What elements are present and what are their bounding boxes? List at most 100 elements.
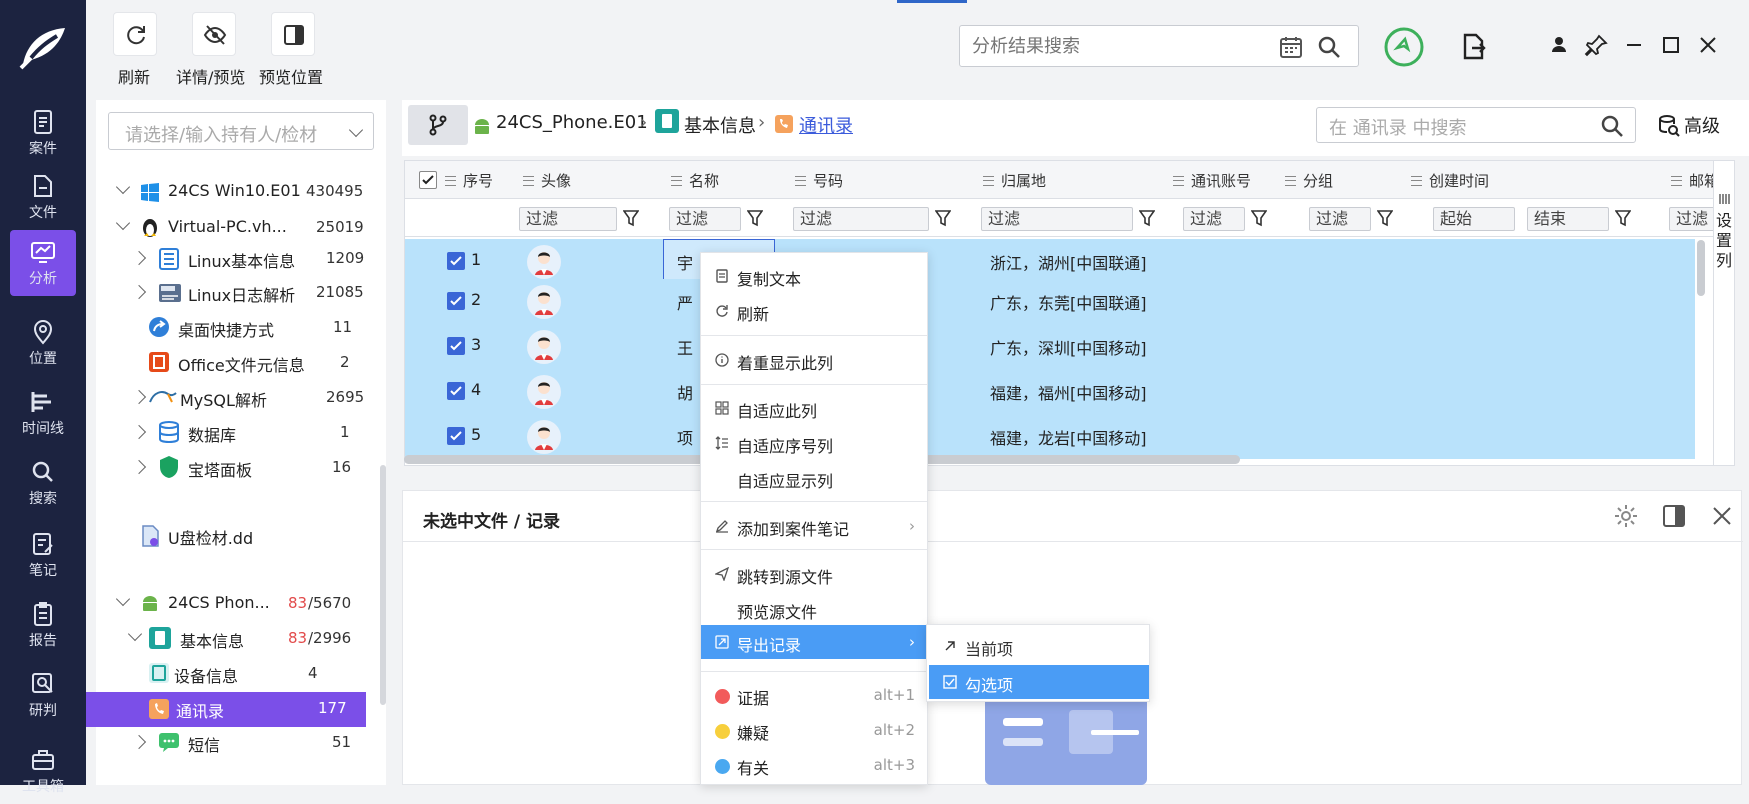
menu-item-autofit-index[interactable]: 自适应序号列 bbox=[701, 426, 927, 460]
chevron-down-icon[interactable] bbox=[115, 215, 131, 231]
tree-node-baota[interactable]: 宝塔面板 16 bbox=[96, 452, 386, 487]
close-icon[interactable] bbox=[1709, 503, 1735, 529]
table-row[interactable]: 3 王 广东，深圳[中国移动] bbox=[405, 324, 1695, 369]
row-checkbox[interactable] bbox=[447, 427, 465, 445]
filter-avatar[interactable]: 过滤 bbox=[519, 207, 617, 231]
filter-icon[interactable] bbox=[935, 209, 951, 227]
branch-toggle-button[interactable] bbox=[408, 105, 468, 145]
gear-icon[interactable] bbox=[1613, 503, 1639, 529]
table-vertical-scrollbar[interactable] bbox=[1697, 240, 1705, 296]
chevron-right-icon[interactable] bbox=[131, 459, 147, 475]
row-checkbox[interactable] bbox=[447, 337, 465, 355]
sidebar-item-file[interactable]: 文件 bbox=[0, 164, 86, 230]
column-header-name[interactable]: 名称 bbox=[671, 170, 719, 191]
sidebar-item-toolbox[interactable]: 工具箱 bbox=[0, 738, 86, 804]
close-icon[interactable] bbox=[1693, 30, 1723, 60]
sidebar-item-search[interactable]: 搜索 bbox=[0, 450, 86, 516]
tree-scrollbar[interactable] bbox=[380, 465, 386, 705]
table-row[interactable]: 2 严 广东，东莞[中国联通] bbox=[405, 279, 1695, 324]
row-checkbox[interactable] bbox=[447, 292, 465, 310]
contacts-search-box[interactable]: 在 通讯录 中搜索 bbox=[1316, 107, 1636, 143]
breadcrumb-item[interactable]: 基本信息 bbox=[684, 112, 756, 138]
pin-icon[interactable] bbox=[1582, 30, 1612, 60]
tree-node-desktop-shortcut[interactable]: 桌面快捷方式 11 bbox=[96, 312, 386, 347]
result-search-box[interactable] bbox=[959, 25, 1359, 67]
tree-node-phone[interactable]: 24CS Phon... 83 /5670 bbox=[96, 588, 386, 623]
tree-node-virtual-pc[interactable]: Virtual-PC.vh... 25019 bbox=[96, 212, 386, 247]
tree-node-usb-image[interactable]: U盘检材.dd bbox=[96, 520, 386, 555]
column-header-created[interactable]: 创建时间 bbox=[1411, 170, 1489, 191]
refresh-button[interactable] bbox=[113, 12, 157, 56]
chevron-down-icon[interactable] bbox=[115, 179, 131, 195]
filter-account[interactable]: 过滤 bbox=[1183, 207, 1245, 231]
chevron-right-icon[interactable] bbox=[131, 389, 147, 405]
menu-item-export-records[interactable]: 导出记录 › bbox=[701, 625, 927, 659]
menu-item-add-to-notes[interactable]: 添加到案件笔记 › bbox=[701, 509, 927, 543]
sidebar-item-case[interactable]: 案件 bbox=[0, 100, 86, 166]
column-header-index[interactable]: 序号 bbox=[445, 170, 493, 191]
detail-preview-button[interactable] bbox=[192, 12, 236, 56]
tree-node-win10[interactable]: 24CS Win10.E01 430495 bbox=[96, 176, 386, 211]
table-row[interactable]: 4 胡 福建，福州[中国移动] bbox=[405, 369, 1695, 414]
tree-node-basic-info[interactable]: 基本信息 83 /2996 bbox=[96, 623, 386, 658]
tree-node-mysql[interactable]: MySQL解析 2695 bbox=[96, 382, 386, 417]
breadcrumb-item[interactable]: 24CS_Phone.E01 bbox=[496, 112, 648, 133]
chevron-right-icon[interactable] bbox=[131, 424, 147, 440]
preview-position-button[interactable] bbox=[271, 12, 315, 56]
tree-node-linux-info[interactable]: Linux基本信息 1209 bbox=[96, 243, 386, 278]
filter-email[interactable]: 过滤 bbox=[1669, 207, 1713, 231]
holder-select[interactable]: 请选择/输入持有人/检材 bbox=[108, 112, 374, 150]
filter-icon[interactable] bbox=[747, 209, 763, 227]
filter-number[interactable]: 过滤 bbox=[793, 207, 929, 231]
chevron-down-icon[interactable] bbox=[115, 591, 131, 607]
chevron-down-icon[interactable] bbox=[127, 626, 143, 642]
filter-icon[interactable] bbox=[1251, 209, 1267, 227]
filter-group[interactable]: 过滤 bbox=[1309, 207, 1371, 231]
table-row[interactable]: 1 宇 浙江，湖州[中国联通] bbox=[405, 239, 1695, 284]
row-checkbox[interactable] bbox=[447, 252, 465, 270]
tree-node-device-info[interactable]: 设备信息 4 bbox=[96, 658, 386, 693]
minimize-icon[interactable] bbox=[1619, 30, 1649, 60]
column-header-group[interactable]: 分组 bbox=[1285, 170, 1333, 191]
filter-icon[interactable] bbox=[623, 209, 639, 227]
menu-item-tag-suspect[interactable]: 嫌疑 alt+2 bbox=[701, 713, 927, 747]
menu-item-preview-source[interactable]: 预览源文件 bbox=[701, 592, 927, 626]
sidebar-item-note[interactable]: 笔记 bbox=[0, 522, 86, 588]
set-columns-button[interactable]: 设置列 bbox=[1713, 160, 1735, 466]
filter-icon[interactable] bbox=[1139, 209, 1155, 227]
sidebar-item-location[interactable]: 位置 bbox=[0, 310, 86, 376]
export-file-icon[interactable] bbox=[1460, 32, 1488, 62]
filter-icon[interactable] bbox=[1377, 209, 1393, 227]
select-all-checkbox[interactable] bbox=[419, 171, 437, 189]
filter-created-end[interactable]: 结束 bbox=[1527, 207, 1609, 231]
sidebar-item-analysis[interactable]: 分析 bbox=[10, 230, 76, 296]
filter-location[interactable]: 过滤 bbox=[981, 207, 1133, 231]
column-header-email[interactable]: 邮箱 bbox=[1671, 170, 1713, 191]
menu-item-highlight-column[interactable]: 着重显示此列 bbox=[701, 343, 927, 377]
menu-item-refresh[interactable]: 刷新 bbox=[701, 294, 927, 328]
panel-right-icon[interactable] bbox=[1661, 503, 1687, 529]
column-header-avatar[interactable]: 头像 bbox=[523, 170, 571, 191]
menu-item-tag-related[interactable]: 有关 alt+3 bbox=[701, 748, 927, 782]
user-icon[interactable] bbox=[1544, 30, 1574, 60]
tree-node-sms[interactable]: 短信 51 bbox=[96, 727, 386, 762]
maximize-icon[interactable] bbox=[1656, 30, 1686, 60]
breadcrumb-current[interactable]: 通讯录 bbox=[799, 112, 853, 138]
calendar-icon[interactable] bbox=[1278, 34, 1304, 60]
menu-item-goto-source[interactable]: 跳转到源文件 bbox=[701, 557, 927, 591]
tree-node-database[interactable]: 数据库 1 bbox=[96, 417, 386, 452]
row-checkbox[interactable] bbox=[447, 382, 465, 400]
tree-node-linux-log[interactable]: Linux日志解析 21085 bbox=[96, 277, 386, 312]
sidebar-item-report[interactable]: 报告 bbox=[0, 592, 86, 658]
filter-name[interactable]: 过滤 bbox=[669, 207, 741, 231]
sidebar-item-timeline[interactable]: 时间线 bbox=[0, 380, 86, 446]
chevron-right-icon[interactable] bbox=[131, 284, 147, 300]
filter-created-start[interactable]: 起始 bbox=[1433, 207, 1515, 231]
result-search-input[interactable] bbox=[972, 34, 1272, 58]
sidebar-item-judge[interactable]: 研判 bbox=[0, 662, 86, 728]
chevron-right-icon[interactable] bbox=[131, 250, 147, 266]
column-header-location[interactable]: 归属地 bbox=[983, 170, 1046, 191]
menu-item-autofit-column[interactable]: 自适应此列 bbox=[701, 391, 927, 425]
tree-node-contacts[interactable]: 通讯录 177 bbox=[86, 692, 366, 727]
menu-item-autofit-visible[interactable]: 自适应显示列 bbox=[701, 461, 927, 495]
